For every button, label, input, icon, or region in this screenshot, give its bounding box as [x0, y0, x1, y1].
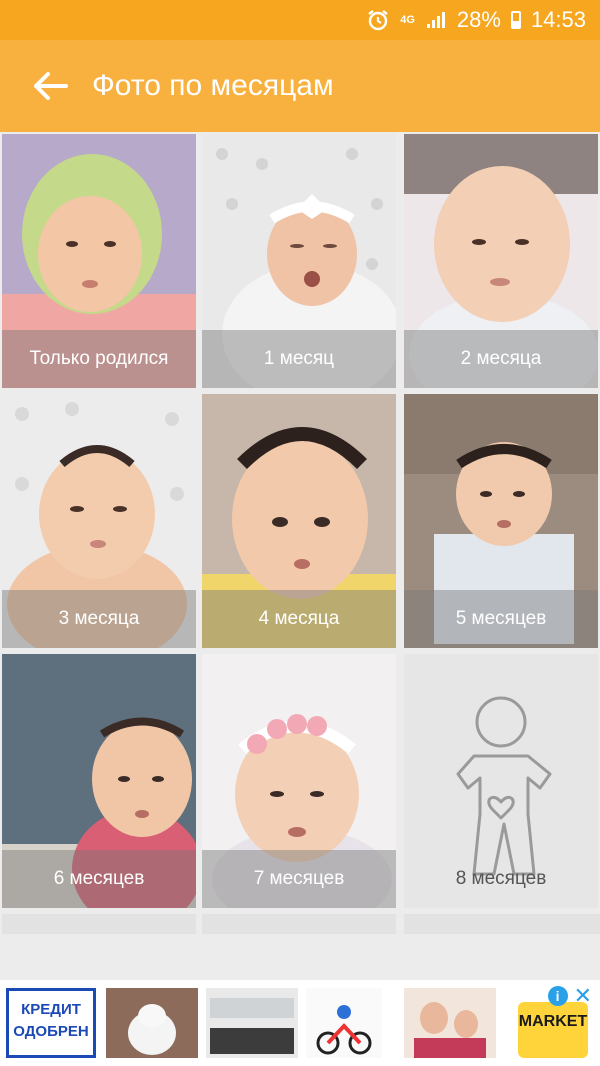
ad-product-bike[interactable] — [306, 988, 382, 1058]
family-image — [404, 988, 496, 1058]
ad-product-kitchen[interactable] — [206, 988, 298, 1058]
tile-label: 5 месяцев — [404, 590, 598, 648]
partial-tile — [404, 914, 600, 934]
photo-tile-1-month[interactable]: 1 месяц — [202, 134, 396, 388]
tile-label: Только родился — [2, 330, 196, 388]
battery-icon — [510, 11, 521, 29]
ad-banner: КРЕДИТ ОДОБРЕН MARKET i ✕ — [0, 980, 600, 1066]
signal-icon — [425, 10, 447, 30]
network-type-label: 4G — [400, 14, 415, 26]
ad-credit-line2: ОДОБРЕН — [13, 1023, 89, 1040]
photo-tile-5-months[interactable]: 5 месяцев — [404, 394, 598, 648]
tile-label: 4 месяца — [202, 590, 396, 648]
arrow-left-icon — [34, 72, 68, 100]
cat-image — [106, 988, 198, 1058]
ad-controls: i ✕ — [547, 985, 592, 1007]
ad-credit[interactable]: КРЕДИТ ОДОБРЕН — [6, 988, 96, 1058]
photo-tile-newborn[interactable]: Только родился — [2, 134, 196, 388]
ad-credit-line1: КРЕДИТ — [21, 1001, 81, 1018]
close-icon[interactable]: ✕ — [574, 985, 592, 1007]
tile-label: 2 месяца — [404, 330, 598, 388]
alarm-icon — [366, 8, 390, 32]
battery-percent: 28% — [456, 7, 501, 32]
info-icon[interactable]: i — [547, 986, 568, 1006]
partial-tile — [202, 914, 396, 934]
tile-label: 3 месяца — [2, 590, 196, 648]
photo-tile-6-months[interactable]: 6 месяцев — [2, 654, 196, 908]
photo-tile-4-months[interactable]: 4 месяца — [202, 394, 396, 648]
back-button[interactable] — [20, 56, 80, 116]
app-bar: Фото по месяцам — [0, 40, 600, 132]
page-title: Фото по месяцам — [92, 69, 334, 102]
photo-tile-7-months[interactable]: 7 месяцев — [202, 654, 396, 908]
photo-tile-8-months-empty[interactable]: 8 месяцев — [404, 654, 598, 908]
partial-tile — [2, 914, 196, 934]
kitchen-image — [206, 988, 298, 1058]
ad-product-tutoring[interactable] — [404, 988, 496, 1058]
tile-label: 1 месяц — [202, 330, 396, 388]
tile-label: 6 месяцев — [2, 850, 196, 908]
clock: 14:53 — [530, 7, 586, 32]
kids-bike-image — [306, 988, 382, 1058]
network-type-icon: 4G — [400, 14, 415, 26]
tile-label: 8 месяцев — [455, 868, 547, 889]
market-button[interactable]: MARKET — [518, 1002, 588, 1058]
photo-tile-2-months[interactable]: 2 месяца — [404, 134, 598, 388]
ad-product-cat[interactable] — [106, 988, 198, 1058]
tile-label: 7 месяцев — [202, 850, 396, 908]
status-bar: 4G 28% 14:53 — [0, 0, 600, 40]
photo-tile-3-months[interactable]: 3 месяца — [2, 394, 196, 648]
